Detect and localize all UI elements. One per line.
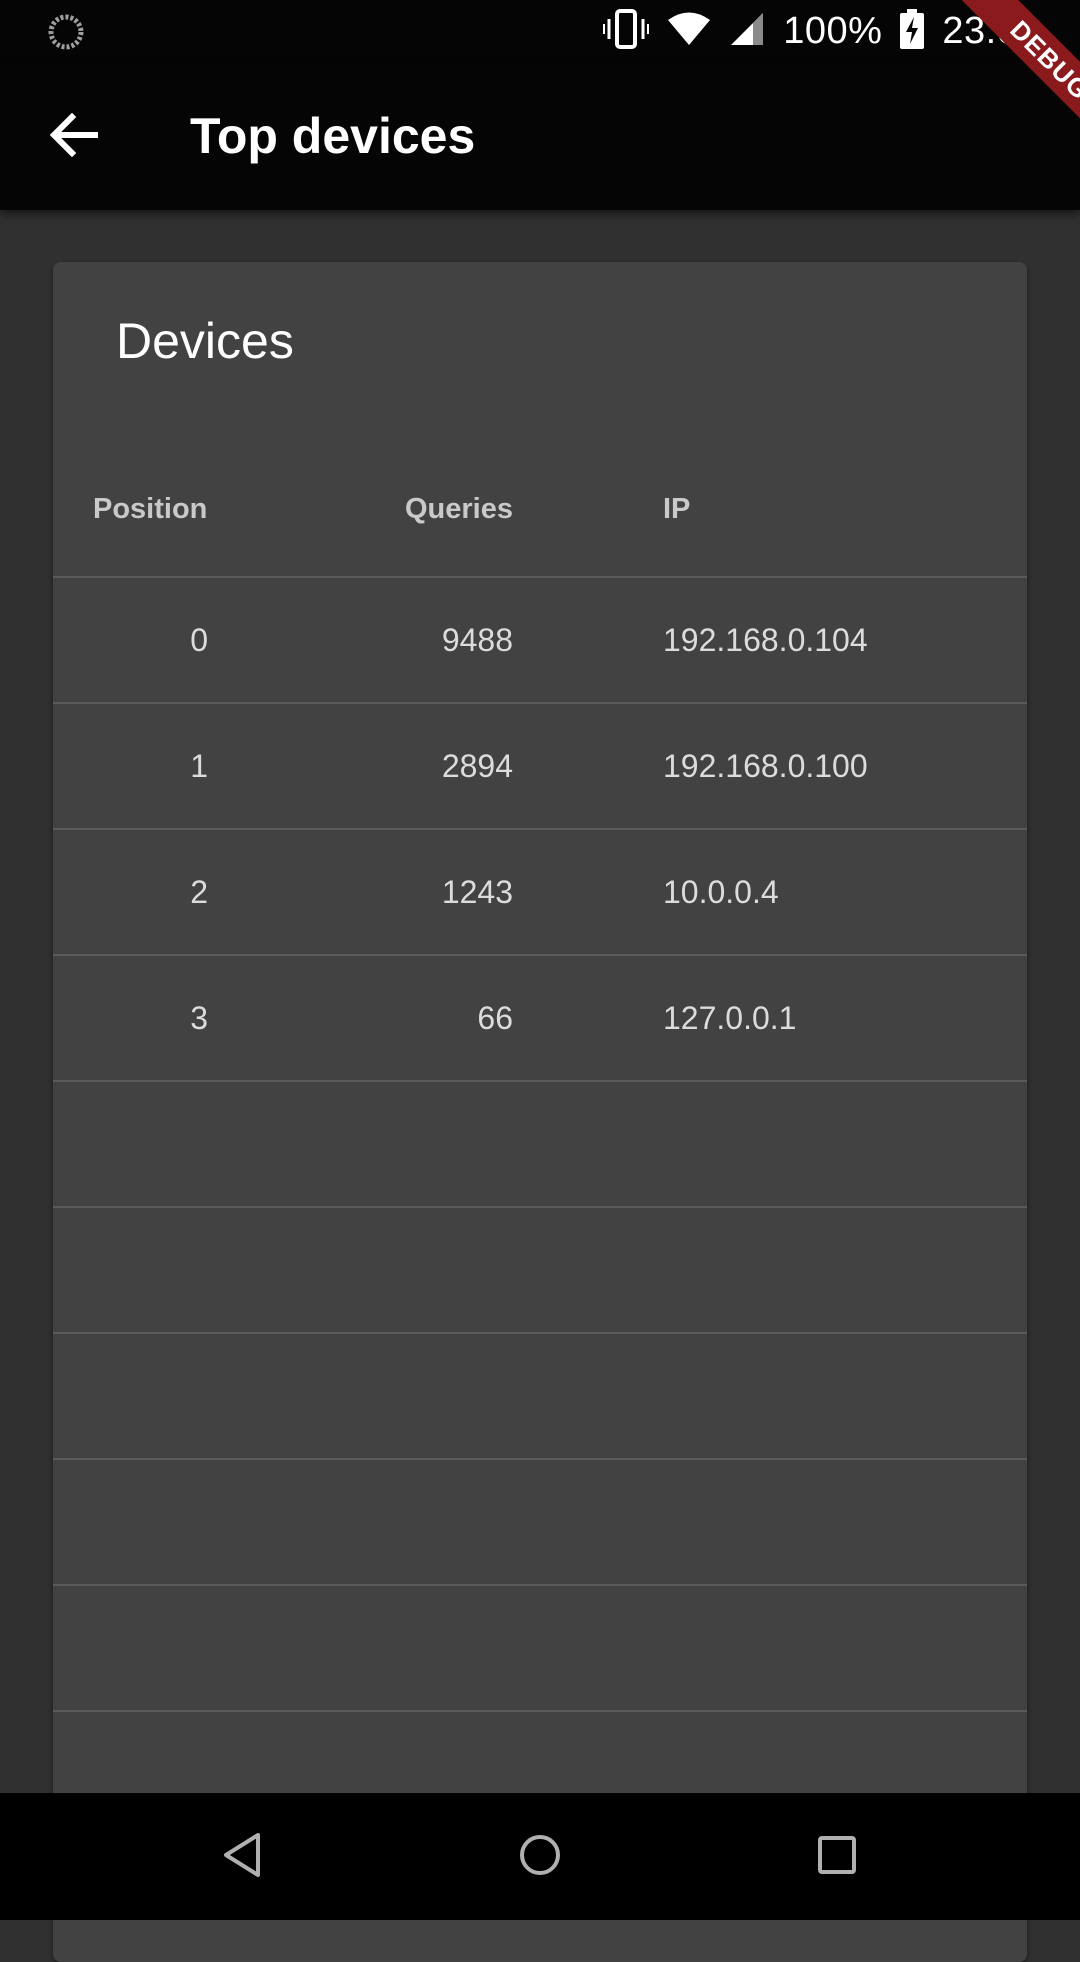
cell-ip: [663, 1586, 1023, 1710]
cell-queries: 1243: [441, 874, 513, 910]
cell-ip: [663, 1334, 1023, 1458]
cell-ip: [663, 1460, 1023, 1584]
table-row-empty: [53, 1206, 1027, 1332]
nav-recents-button[interactable]: [797, 1817, 877, 1897]
column-header-queries[interactable]: Queries: [253, 442, 513, 577]
cell-ip: 127.0.0.1: [663, 1000, 797, 1036]
cell-ip: 10.0.0.4: [663, 874, 779, 910]
cell-ip: [663, 1208, 1023, 1332]
cell-position: 0: [190, 622, 208, 658]
cell-queries: 9488: [441, 622, 513, 658]
cell-position: [53, 1082, 208, 1206]
table-row: 2 1243 10.0.0.4: [53, 828, 1027, 954]
cell-queries: [253, 1082, 513, 1206]
card-title: Devices: [116, 313, 294, 369]
signal-icon: [729, 11, 765, 52]
nav-recents-icon: [817, 1835, 857, 1880]
column-header-ip[interactable]: IP: [663, 442, 963, 577]
cell-ip: 192.168.0.104: [663, 622, 868, 658]
nav-back-icon: [220, 1831, 264, 1884]
nav-home-icon: [518, 1833, 562, 1882]
table-row-empty: [53, 1332, 1027, 1458]
arrow-back-icon: [49, 112, 99, 162]
table-row-empty: [53, 1584, 1027, 1710]
wifi-icon: [667, 11, 711, 52]
system-navigation-bar: [0, 1793, 1080, 1920]
cell-position: [53, 1334, 208, 1458]
cell-ip: 192.168.0.100: [663, 748, 868, 784]
table-row-empty: [53, 1458, 1027, 1584]
devices-card: Devices Position Queries IP 0 9488 192.1…: [53, 262, 1027, 1962]
cell-queries: 66: [477, 1000, 513, 1036]
cell-queries: [253, 1208, 513, 1332]
sync-icon: [48, 14, 84, 50]
battery-percentage: 100%: [783, 10, 883, 52]
cell-position: 1: [190, 748, 208, 784]
clock: 23:02: [942, 10, 1040, 52]
cell-position: 2: [190, 874, 208, 910]
vibrate-icon: [603, 9, 650, 54]
back-button[interactable]: [34, 97, 114, 177]
table-row: 1 2894 192.168.0.100: [53, 702, 1027, 828]
cell-queries: [253, 1460, 513, 1584]
nav-home-button[interactable]: [500, 1817, 580, 1897]
table-row-empty: [53, 1080, 1027, 1206]
cell-queries: 2894: [441, 748, 513, 784]
page-title: Top devices: [190, 108, 476, 164]
table-header: Position Queries IP: [53, 442, 1027, 577]
cell-position: [53, 1586, 208, 1710]
table-row: 0 9488 192.168.0.104: [53, 576, 1027, 702]
cell-position: [53, 1460, 208, 1584]
status-bar: 100% 23:02: [0, 0, 1080, 63]
battery-charging-icon: [900, 9, 925, 54]
cell-position: 3: [190, 1000, 208, 1036]
nav-back-button[interactable]: [202, 1817, 282, 1897]
cell-ip: [663, 1082, 1023, 1206]
table-row: 3 66 127.0.0.1: [53, 954, 1027, 1080]
cell-queries: [253, 1586, 513, 1710]
cell-queries: [253, 1334, 513, 1458]
cell-position: [53, 1208, 208, 1332]
app-bar: Top devices: [0, 63, 1080, 210]
